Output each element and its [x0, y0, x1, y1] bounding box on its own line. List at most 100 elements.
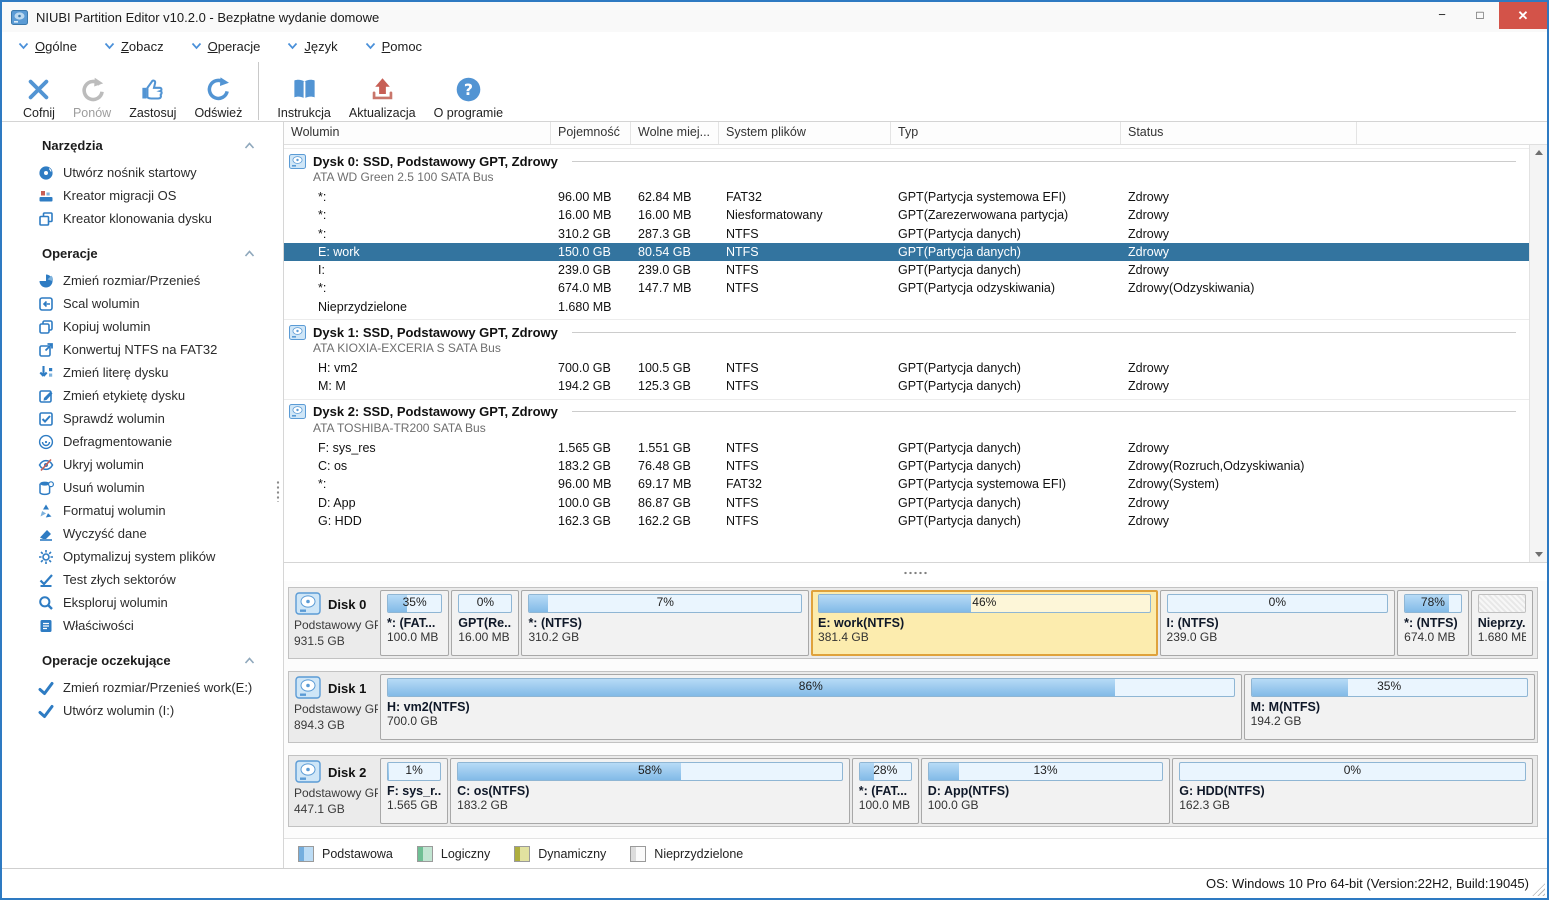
- sidebar-item[interactable]: Test złych sektorów: [28, 568, 283, 591]
- disk-group-header[interactable]: Dysk 2: SSD, Podstawowy GPT, Zdrowy: [284, 403, 1530, 421]
- sidebar-item[interactable]: Utwórz wolumin (I:): [28, 699, 283, 722]
- disk-group-header[interactable]: Dysk 1: SSD, Podstawowy GPT, Zdrowy: [284, 323, 1530, 341]
- volume-row[interactable]: *: 16.00 MB 16.00 MB Niesformatowany GPT…: [284, 206, 1530, 224]
- table-column-header[interactable]: Wolne miej...: [631, 122, 719, 144]
- maximize-button[interactable]: □: [1461, 2, 1499, 28]
- sidebar-item[interactable]: Zmień etykietę dysku: [28, 384, 283, 407]
- volume-row[interactable]: G: HDD 162.3 GB 162.2 GB NTFS GPT(Partyc…: [284, 512, 1530, 530]
- sidebar-item[interactable]: Kreator klonowania dysku: [28, 207, 283, 230]
- volume-row[interactable]: D: App 100.0 GB 86.87 GB NTFS GPT(Partyc…: [284, 494, 1530, 512]
- cell-free: 16.00 MB: [631, 206, 719, 224]
- toolbar-button[interactable]: Cofnij: [14, 62, 64, 120]
- partition-block[interactable]: 46% E: work(NTFS) 381.4 GB: [811, 590, 1158, 656]
- sidebar-item[interactable]: Właściwości: [28, 614, 283, 637]
- toolbar: Cofnij Ponów Zastosuj Odśwież Instrukcja…: [2, 60, 1547, 122]
- volume-row[interactable]: E: work 150.0 GB 80.54 GB NTFS GPT(Party…: [284, 243, 1530, 261]
- partition-block[interactable]: 1% F: sys_r... 1.565 GB: [380, 758, 448, 824]
- volume-row[interactable]: *: 96.00 MB 69.17 MB FAT32 GPT(Partycja …: [284, 475, 1530, 493]
- cell-filesystem: NTFS: [719, 359, 891, 377]
- toolbar-button[interactable]: Zastosuj: [120, 62, 185, 120]
- toolbar-button[interactable]: ? O programie: [425, 62, 512, 120]
- partition-block[interactable]: 35% *: (FAT... 100.0 MB: [380, 590, 449, 656]
- usage-bar: [1478, 594, 1526, 613]
- sidebar-section-header[interactable]: Operacje: [28, 242, 283, 269]
- sidebar-item[interactable]: Formatuj wolumin: [28, 499, 283, 522]
- chevron-down-icon: [18, 42, 29, 50]
- disk-type: Podstawowy GPT: [294, 701, 378, 717]
- sidebar-item[interactable]: Ukryj wolumin: [28, 453, 283, 476]
- sidebar-item-label: Kopiuj wolumin: [63, 319, 150, 334]
- table-column-header[interactable]: Wolumin: [284, 122, 551, 144]
- sidebar-item-label: Kreator klonowania dysku: [63, 211, 212, 226]
- volume-row[interactable]: I: 239.0 GB 239.0 GB NTFS GPT(Partycja d…: [284, 261, 1530, 279]
- volume-row[interactable]: Nieprzydzielone 1.680 MB: [284, 298, 1530, 316]
- sidebar-item[interactable]: Kopiuj wolumin: [28, 315, 283, 338]
- menu-item[interactable]: Zobacz: [104, 39, 164, 54]
- sidebar-item[interactable]: Zmień rozmiar/Przenieś: [28, 269, 283, 292]
- sidebar-item[interactable]: Eksploruj wolumin: [28, 591, 283, 614]
- volume-row[interactable]: *: 96.00 MB 62.84 MB FAT32 GPT(Partycja …: [284, 188, 1530, 206]
- sidebar-item[interactable]: Utwórz nośnik startowy: [28, 161, 283, 184]
- partition-size: 100.0 MB: [859, 798, 912, 812]
- sidebar-item[interactable]: Scal wolumin: [28, 292, 283, 315]
- partition-block[interactable]: 13% D: App(NTFS) 100.0 GB: [921, 758, 1170, 824]
- sidebar-item[interactable]: Zmień rozmiar/Przenieś work(E:): [28, 676, 283, 699]
- sidebar-item[interactable]: Wyczyść dane: [28, 522, 283, 545]
- scroll-down-arrow-icon[interactable]: [1530, 546, 1547, 562]
- partition-block[interactable]: Nieprzy... 1.680 MB: [1471, 590, 1533, 656]
- table-scrollbar[interactable]: [1529, 145, 1547, 562]
- minimize-button[interactable]: −: [1423, 2, 1461, 28]
- toolbar-button[interactable]: Aktualizacja: [340, 62, 425, 120]
- table-map-splitter[interactable]: [284, 563, 1547, 581]
- disk-label-block[interactable]: Disk 2 Podstawowy GPT 447.1 GB: [291, 758, 380, 824]
- sidebar-splitter-handle[interactable]: [276, 480, 280, 502]
- splitter-grip[interactable]: [903, 571, 928, 575]
- partition-block[interactable]: 0% G: HDD(NTFS) 162.3 GB: [1172, 758, 1532, 824]
- volume-row[interactable]: *: 674.0 MB 147.7 MB NTFS GPT(Partycja o…: [284, 279, 1530, 297]
- volume-row[interactable]: *: 310.2 GB 287.3 GB NTFS GPT(Partycja d…: [284, 225, 1530, 243]
- menu-item[interactable]: Operacje: [191, 39, 261, 54]
- toolbar-button[interactable]: Instrukcja: [268, 62, 340, 120]
- partition-block[interactable]: 0% GPT(Re... 16.00 MB: [451, 590, 519, 656]
- title-bar[interactable]: NIUBI Partition Editor v10.2.0 - Bezpłat…: [2, 2, 1547, 32]
- scroll-up-arrow-icon[interactable]: [1530, 145, 1547, 161]
- sidebar-item[interactable]: Konwertuj NTFS na FAT32: [28, 338, 283, 361]
- disk-label-block[interactable]: Disk 0 Podstawowy GPT 931.5 GB: [291, 590, 380, 656]
- table-column-header[interactable]: System plików: [719, 122, 891, 144]
- sidebar-item[interactable]: Kreator migracji OS: [28, 184, 283, 207]
- volume-row[interactable]: C: os 183.2 GB 76.48 GB NTFS GPT(Partycj…: [284, 457, 1530, 475]
- volume-row[interactable]: H: vm2 700.0 GB 100.5 GB NTFS GPT(Partyc…: [284, 359, 1530, 377]
- disk-group-header[interactable]: Dysk 0: SSD, Podstawowy GPT, Zdrowy: [284, 152, 1530, 170]
- os-migration-icon: [38, 188, 54, 204]
- menu-item[interactable]: Ogólne: [18, 39, 77, 54]
- toolbar-button[interactable]: Ponów: [64, 62, 120, 120]
- sidebar-item[interactable]: Sprawdź wolumin: [28, 407, 283, 430]
- volume-row[interactable]: M: M 194.2 GB 125.3 GB NTFS GPT(Partycja…: [284, 377, 1530, 395]
- sidebar-item[interactable]: Optymalizuj system plików: [28, 545, 283, 568]
- format-icon: [38, 503, 54, 519]
- volume-row[interactable]: F: sys_res 1.565 GB 1.551 GB NTFS GPT(Pa…: [284, 439, 1530, 457]
- partition-block[interactable]: 35% M: M(NTFS) 194.2 GB: [1244, 674, 1535, 740]
- table-column-header[interactable]: Typ: [891, 122, 1121, 144]
- partition-block[interactable]: 78% *: (NTFS) 674.0 MB: [1397, 590, 1469, 656]
- menu-item[interactable]: Język: [287, 39, 337, 54]
- close-button[interactable]: ✕: [1499, 2, 1547, 29]
- sidebar-section-header[interactable]: Narzędzia: [28, 134, 283, 161]
- sidebar-item[interactable]: Defragmentowanie: [28, 430, 283, 453]
- disk-type: Podstawowy GPT: [294, 785, 378, 801]
- sidebar-item[interactable]: Zmień literę dysku: [28, 361, 283, 384]
- partition-block[interactable]: 7% *: (NTFS) 310.2 GB: [521, 590, 809, 656]
- partition-block[interactable]: 86% H: vm2(NTFS) 700.0 GB: [380, 674, 1242, 740]
- disk-label-block[interactable]: Disk 1 Podstawowy GPT 894.3 GB: [291, 674, 380, 740]
- menu-item[interactable]: Pomoc: [365, 39, 422, 54]
- table-column-header[interactable]: Pojemność: [551, 122, 631, 144]
- resize-grip[interactable]: [1532, 883, 1545, 896]
- partition-block[interactable]: 28% *: (FAT... 100.0 MB: [852, 758, 919, 824]
- toolbar-button[interactable]: Odśwież: [185, 62, 259, 120]
- partition-block[interactable]: 0% I: (NTFS) 239.0 GB: [1160, 590, 1396, 656]
- partition-block[interactable]: 58% C: os(NTFS) 183.2 GB: [450, 758, 850, 824]
- sidebar-item[interactable]: Usuń wolumin: [28, 476, 283, 499]
- cell-type: GPT(Partycja danych): [891, 439, 1121, 457]
- sidebar-section-header[interactable]: Operacje oczekujące: [28, 649, 283, 676]
- table-column-header[interactable]: Status: [1121, 122, 1357, 144]
